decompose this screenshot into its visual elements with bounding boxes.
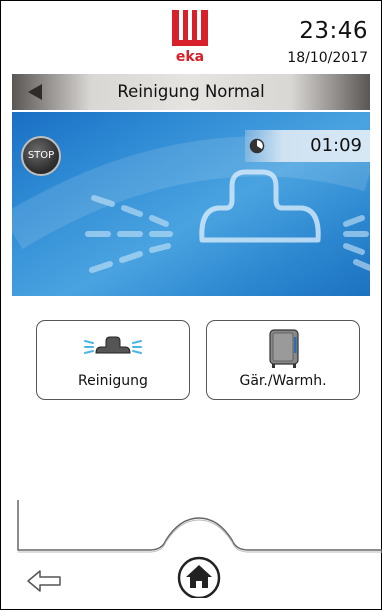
clock-icon	[249, 138, 265, 154]
gaer-warmh-label: Gär./Warmh.	[239, 373, 327, 389]
arrow-left-icon[interactable]	[26, 566, 62, 596]
timer-display: 01:09	[245, 130, 370, 162]
title-bar: Reinigung Normal	[12, 74, 370, 110]
timer-value: 01:09	[310, 135, 362, 156]
reinigung-button[interactable]: Reinigung	[36, 320, 190, 400]
cleaning-spray-icon	[84, 336, 142, 354]
svg-text:eka: eka	[176, 49, 204, 64]
program-status-panel: STOP 01:09	[12, 112, 370, 296]
clock-time: 23:46	[299, 18, 368, 44]
cabinet-icon	[269, 329, 299, 368]
stop-button[interactable]: STOP	[21, 136, 61, 176]
gaer-warmh-button[interactable]: Gär./Warmh.	[206, 320, 360, 400]
eka-logo: eka	[172, 10, 208, 64]
home-button[interactable]	[170, 554, 228, 598]
reinigung-label: Reinigung	[78, 373, 148, 389]
page-title: Reinigung Normal	[117, 82, 265, 101]
current-date: 18/10/2017	[287, 50, 368, 66]
